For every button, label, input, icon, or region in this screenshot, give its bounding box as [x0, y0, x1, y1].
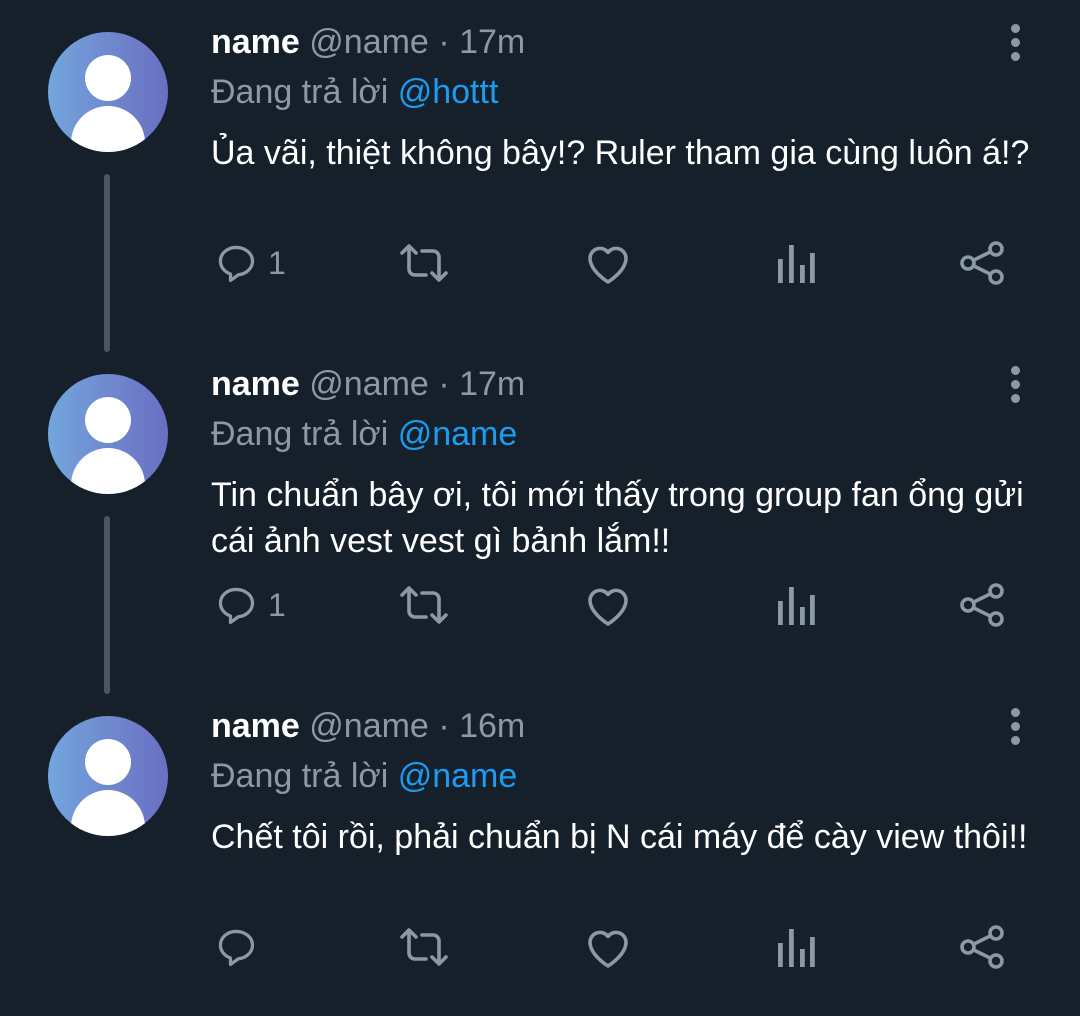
separator-dot: · [438, 23, 450, 61]
display-name[interactable]: name [211, 23, 300, 61]
avatar[interactable] [48, 374, 168, 494]
more-dot [1011, 722, 1020, 731]
more-dot [1011, 708, 1020, 717]
mention-link[interactable]: @name [398, 415, 518, 453]
reply-icon [214, 583, 258, 627]
more-icon[interactable] [1004, 706, 1028, 748]
more-icon[interactable] [1004, 22, 1028, 64]
tweet-header: name @name · 17m [211, 22, 525, 62]
views-icon [776, 241, 816, 285]
display-name[interactable]: name [211, 707, 300, 745]
retweet-button[interactable] [398, 580, 450, 630]
reply-count: 1 [268, 245, 286, 281]
avatar[interactable] [48, 32, 168, 152]
tweet-2[interactable]: name @name · 17m Đang trả lời @name Tin … [0, 342, 1080, 694]
like-icon [584, 925, 632, 969]
display-name[interactable]: name [211, 365, 300, 403]
more-dot [1011, 24, 1020, 33]
tweet-header: name @name · 16m [211, 706, 525, 746]
share-button[interactable] [958, 238, 1006, 288]
replying-to: Đang trả lời @name [211, 756, 517, 796]
more-dot [1011, 394, 1020, 403]
like-button[interactable] [584, 922, 632, 972]
reply-thread: name @name · 17m Đang trả lời @hottt Ủa … [0, 0, 1080, 1016]
reply-button[interactable]: 1 [214, 238, 286, 288]
user-handle[interactable]: @name [309, 23, 429, 61]
reply-button[interactable] [214, 922, 268, 972]
replying-prefix: Đang trả lời [211, 757, 389, 795]
more-dot [1011, 52, 1020, 61]
share-icon [958, 923, 1006, 971]
retweet-icon [398, 241, 450, 285]
avatar-body [71, 790, 145, 836]
avatar-head [85, 55, 131, 101]
share-button[interactable] [958, 922, 1006, 972]
tweet-1[interactable]: name @name · 17m Đang trả lời @hottt Ủa … [0, 0, 1080, 352]
tweet-text: Chết tôi rồi, phải chuẩn bị N cái máy để… [211, 818, 1028, 856]
tweet-header: name @name · 17m [211, 364, 525, 404]
tweet-text: Ủa vãi, thiệt không bây!? Ruler tham gia… [211, 134, 1030, 172]
like-icon [584, 241, 632, 285]
views-button[interactable] [776, 922, 816, 972]
mention-link[interactable]: @hottt [398, 73, 499, 111]
views-button[interactable] [776, 580, 816, 630]
avatar[interactable] [48, 716, 168, 836]
like-button[interactable] [584, 238, 632, 288]
like-icon [584, 583, 632, 627]
retweet-button[interactable] [398, 922, 450, 972]
reply-icon [214, 925, 258, 969]
action-bar [0, 922, 1080, 972]
views-button[interactable] [776, 238, 816, 288]
replying-to: Đang trả lời @hottt [211, 72, 498, 112]
reply-button[interactable]: 1 [214, 580, 286, 630]
action-bar: 1 [0, 238, 1080, 288]
separator-dot: · [438, 707, 450, 745]
reply-count: 1 [268, 587, 286, 623]
more-icon[interactable] [1004, 364, 1028, 406]
retweet-icon [398, 583, 450, 627]
timestamp[interactable]: 16m [459, 707, 525, 745]
replying-prefix: Đang trả lời [211, 415, 389, 453]
views-icon [776, 583, 816, 627]
tweet-3[interactable]: name @name · 16m Đang trả lời @name Chết… [0, 684, 1080, 1016]
like-button[interactable] [584, 580, 632, 630]
views-icon [776, 925, 816, 969]
timestamp[interactable]: 17m [459, 23, 525, 61]
share-icon [958, 581, 1006, 629]
more-dot [1011, 736, 1020, 745]
user-handle[interactable]: @name [309, 365, 429, 403]
avatar-head [85, 739, 131, 785]
retweet-button[interactable] [398, 238, 450, 288]
share-button[interactable] [958, 580, 1006, 630]
share-icon [958, 239, 1006, 287]
separator-dot: · [438, 365, 450, 403]
avatar-body [71, 106, 145, 152]
more-dot [1011, 38, 1020, 47]
tweet-text: Tin chuẩn bây ơi, tôi mới thấy trong gro… [211, 476, 1024, 560]
more-dot [1011, 380, 1020, 389]
reply-icon [214, 241, 258, 285]
timestamp[interactable]: 17m [459, 365, 525, 403]
avatar-body [71, 448, 145, 494]
more-dot [1011, 366, 1020, 375]
retweet-icon [398, 925, 450, 969]
replying-prefix: Đang trả lời [211, 73, 389, 111]
avatar-head [85, 397, 131, 443]
user-handle[interactable]: @name [309, 707, 429, 745]
mention-link[interactable]: @name [398, 757, 518, 795]
action-bar: 1 [0, 580, 1080, 630]
replying-to: Đang trả lời @name [211, 414, 517, 454]
